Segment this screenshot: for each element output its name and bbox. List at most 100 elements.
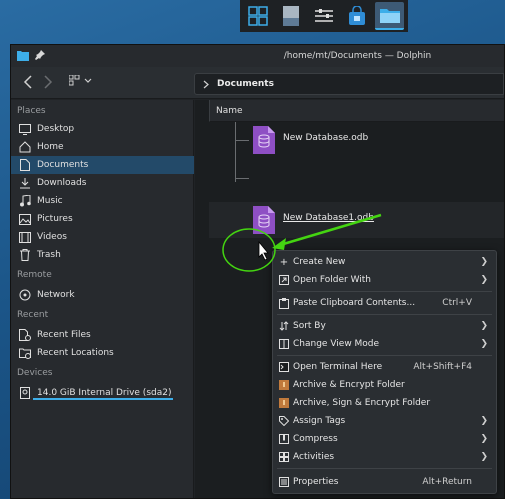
chevron-right-icon: ❯	[480, 416, 488, 426]
places-header: Places	[17, 106, 46, 116]
database-file-icon	[253, 126, 275, 154]
chevron-right-icon: ❯	[480, 339, 488, 349]
task-desktop[interactable]	[277, 2, 306, 30]
document-icon	[19, 159, 31, 171]
menu-item-assign-tags[interactable]: Assign Tags ❯	[273, 412, 496, 430]
sidebar-item-label: Downloads	[37, 178, 87, 188]
sidebar-item-label: Recent Files	[37, 330, 91, 340]
file-name[interactable]: New Database1.odb	[283, 213, 374, 223]
download-icon	[19, 177, 31, 189]
chevron-right-icon: ❯	[480, 434, 488, 444]
chevron-right-icon	[44, 75, 53, 89]
view-mode-icon	[278, 338, 290, 350]
menu-item-archive-encrypt[interactable]: Archive & Encrypt Folder	[273, 376, 496, 394]
menu-item-shortcut: Alt+Shift+F4	[413, 362, 472, 372]
sidebar-item-recent-locations[interactable]: Recent Locations	[11, 344, 194, 362]
menu-item-label: Archive, Sign & Encrypt Folder	[293, 398, 431, 408]
sidebar-item-network[interactable]: Network	[11, 286, 194, 304]
sidebar-item-recent-files[interactable]: Recent Files	[11, 326, 194, 344]
archive-icon	[278, 379, 290, 391]
devices-header: Devices	[17, 368, 53, 378]
activities-icon	[278, 451, 290, 463]
menu-item-label: Archive & Encrypt Folder	[293, 380, 405, 390]
menu-item-label: Change View Mode	[293, 339, 380, 349]
sidebar-item-videos[interactable]: Videos	[11, 228, 194, 246]
menu-separator	[277, 314, 492, 315]
sidebar-item-label: Music	[37, 196, 63, 206]
compress-icon	[278, 433, 290, 445]
menu-item-change-view-mode[interactable]: Change View Mode ❯	[273, 335, 496, 353]
menu-item-label: Compress	[293, 434, 338, 444]
chevron-right-icon	[203, 80, 209, 88]
toolbar: Documents	[11, 67, 504, 99]
sidebar-item-trash[interactable]: Trash	[11, 246, 194, 264]
sidebar-item-documents[interactable]: Documents	[11, 156, 194, 174]
menu-item-sort-by[interactable]: Sort By ❯	[273, 317, 496, 335]
menu-item-shortcut: Alt+Return	[422, 477, 472, 487]
breadcrumb[interactable]: Documents	[194, 73, 504, 95]
menu-item-archive-sign-encrypt[interactable]: Archive, Sign & Encrypt Folder	[273, 394, 496, 412]
menu-item-properties[interactable]: Properties Alt+Return	[273, 473, 496, 491]
sidebar-item-downloads[interactable]: Downloads	[11, 174, 194, 192]
menu-item-open-terminal[interactable]: Open Terminal Here Alt+Shift+F4	[273, 358, 496, 376]
recent-folder-icon	[19, 347, 31, 359]
menu-separator	[277, 291, 492, 292]
sidebar-item-desktop[interactable]: Desktop	[11, 120, 194, 138]
menu-item-label: Open Folder With	[293, 275, 372, 285]
menu-item-activities[interactable]: Activities ❯	[273, 448, 496, 466]
back-button[interactable]	[23, 75, 33, 92]
file-name[interactable]: New Database.odb	[283, 133, 368, 143]
sidebar-item-label: 14.0 GiB Internal Drive (sda2)	[37, 388, 172, 398]
breadcrumb-documents[interactable]: Documents	[217, 79, 274, 89]
home-icon	[19, 141, 31, 153]
context-menu: + Create New ❯ Open Folder With ❯ Paste …	[272, 250, 497, 494]
task-dolphin[interactable]	[375, 2, 404, 30]
menu-item-open-folder-with[interactable]: Open Folder With ❯	[273, 271, 496, 289]
menu-item-label: Sort By	[293, 321, 326, 331]
archive-icon	[278, 397, 290, 409]
sidebar-item-home[interactable]: Home	[11, 138, 194, 156]
task-store[interactable]	[342, 2, 371, 30]
image-icon	[19, 213, 31, 225]
forward-button[interactable]	[43, 75, 53, 92]
hard-drive-icon	[19, 387, 31, 399]
tree-line	[235, 178, 249, 179]
remote-header: Remote	[17, 270, 52, 280]
drive-usage-bar	[33, 398, 173, 400]
menu-item-paste[interactable]: Paste Clipboard Contents... Ctrl+V	[273, 294, 496, 312]
plus-icon: +	[279, 256, 289, 268]
places-panel: Places Desktop Home Documents Downloads …	[11, 100, 194, 498]
monitor-icon	[19, 123, 31, 135]
chevron-right-icon: ❯	[480, 275, 488, 285]
properties-icon	[278, 476, 290, 488]
menu-item-label: Open Terminal Here	[293, 362, 383, 372]
titlebar: /home/mt/Documents — Dolphin	[11, 45, 504, 67]
chevron-left-icon	[23, 75, 32, 89]
view-icons-icon	[68, 74, 92, 86]
menu-item-label: Properties	[293, 477, 339, 487]
sidebar-item-label: Trash	[37, 250, 61, 260]
window-title: /home/mt/Documents — Dolphin	[283, 51, 432, 61]
file-row[interactable]: New Database1.odb	[209, 202, 504, 238]
file-row[interactable]: New Database.odb	[209, 122, 504, 158]
task-settings[interactable]	[310, 2, 339, 30]
menu-separator	[277, 468, 492, 469]
folder-icon	[379, 9, 400, 23]
sidebar-item-label: Home	[37, 142, 64, 152]
recent-header: Recent	[17, 310, 49, 320]
sidebar-item-label: Network	[37, 290, 75, 300]
sidebar-item-pictures[interactable]: Pictures	[11, 210, 194, 228]
menu-item-compress[interactable]: Compress ❯	[273, 430, 496, 448]
sidebar-item-music[interactable]: Music	[11, 192, 194, 210]
sidebar-item-label: Desktop	[37, 124, 75, 134]
menu-item-create-new[interactable]: + Create New ❯	[273, 253, 496, 271]
chevron-right-icon: ❯	[480, 257, 488, 267]
column-label: Name	[216, 105, 243, 116]
column-header-name[interactable]: Name	[209, 100, 504, 122]
menu-item-label: Assign Tags	[293, 416, 346, 426]
view-mode-button[interactable]	[68, 74, 93, 90]
sidebar-item-label: Pictures	[37, 214, 73, 224]
task-overview[interactable]	[244, 2, 273, 30]
sliders-icon	[314, 9, 333, 22]
trash-icon	[19, 249, 31, 261]
